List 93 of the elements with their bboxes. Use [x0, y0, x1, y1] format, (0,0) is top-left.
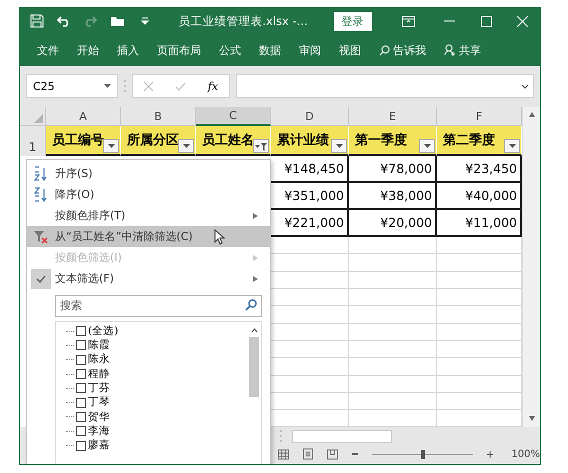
- checkbox[interactable]: [76, 326, 86, 336]
- filter-dropdown-button[interactable]: [103, 139, 119, 154]
- checkbox[interactable]: [76, 398, 86, 408]
- page-break-icon[interactable]: [327, 448, 338, 460]
- table-cell: ¥78,000: [349, 156, 437, 184]
- ribbon-tab[interactable]: 审阅: [290, 42, 330, 58]
- submenu-arrow-icon[interactable]: [252, 212, 260, 220]
- zoom-level[interactable]: 100%: [511, 448, 540, 460]
- sort-descending-icon: [33, 186, 49, 202]
- caret-icon: [182, 144, 190, 148]
- menu-item[interactable]: 文本筛选(F): [27, 268, 270, 289]
- column-header[interactable]: F: [437, 107, 522, 126]
- scroll-up-icon[interactable]: [528, 111, 536, 120]
- column-header[interactable]: E: [349, 107, 437, 126]
- expand-icon[interactable]: [521, 84, 529, 89]
- ribbon-tab[interactable]: 视图: [330, 42, 370, 58]
- header-cell: 员工姓名: [196, 126, 271, 156]
- check-icon: [31, 268, 51, 288]
- sort-ascending-icon: [33, 166, 49, 182]
- ribbon-tab[interactable]: 数据: [250, 42, 290, 58]
- person-plus-icon: [444, 44, 456, 56]
- column-header[interactable]: B: [121, 107, 196, 126]
- insert-function-button[interactable]: fx: [208, 80, 218, 93]
- caret-icon: [336, 144, 342, 148]
- caret-icon: [108, 144, 114, 148]
- caret-icon: [508, 144, 516, 148]
- checkbox[interactable]: [76, 369, 86, 380]
- normal-view-icon[interactable]: [278, 448, 289, 460]
- filter-dropdown-button[interactable]: [419, 139, 435, 154]
- horizontal-scrollbar[interactable]: [292, 430, 392, 443]
- menu-item[interactable]: 升序(S): [27, 163, 270, 184]
- filter-value-label[interactable]: (全选): [88, 326, 118, 336]
- page-layout-icon[interactable]: [302, 448, 314, 460]
- scroll-down-icon[interactable]: [528, 415, 536, 424]
- filter-dropdown-button[interactable]: [178, 139, 194, 154]
- search-icon: [245, 299, 257, 311]
- checkbox[interactable]: [76, 340, 86, 350]
- menu-item[interactable]: 从“员工姓名”中清除筛选(C): [27, 226, 270, 247]
- ribbon-tab[interactable]: 文件: [28, 42, 68, 58]
- vertical-scrollbar[interactable]: [522, 107, 540, 428]
- filter-value-label[interactable]: 廖嘉: [88, 440, 110, 451]
- share-button[interactable]: 共享: [435, 42, 490, 58]
- triangle-icon: [34, 114, 43, 124]
- filter-value-label[interactable]: 李海: [88, 426, 110, 436]
- row-header[interactable]: 1: [20, 126, 46, 156]
- tell-me-button[interactable]: 告诉我: [370, 42, 435, 58]
- filter-dropdown-button[interactable]: [331, 139, 347, 154]
- filter-icon: [255, 142, 267, 151]
- mouse-cursor-icon: [214, 228, 226, 244]
- header-cell: 所属分区: [121, 126, 196, 156]
- scroll-up-icon[interactable]: [250, 328, 258, 333]
- search-field[interactable]: 搜索: [55, 294, 262, 316]
- zoom-slider[interactable]: [372, 450, 473, 459]
- column-header[interactable]: D: [271, 107, 349, 126]
- login-button[interactable]: 登录: [334, 12, 372, 31]
- filter-value-label[interactable]: 丁琴: [88, 397, 110, 408]
- filter-dropdown-button[interactable]: [504, 139, 520, 154]
- column-header[interactable]: A: [46, 107, 121, 126]
- checkbox[interactable]: [76, 383, 86, 394]
- menu-item[interactable]: 降序(O): [27, 184, 270, 205]
- ribbon-tab[interactable]: 公式: [210, 42, 250, 58]
- filter-value-label[interactable]: 贺华: [88, 412, 110, 422]
- check-icon[interactable]: [174, 82, 186, 91]
- caret-icon: [424, 144, 430, 148]
- header-cell: 第二季度: [437, 126, 522, 156]
- header-cell: 员工编号: [46, 126, 121, 156]
- submenu-arrow-icon[interactable]: [252, 274, 260, 282]
- ribbon-tab[interactable]: 开始: [68, 42, 108, 58]
- window-title: 员工业绩管理表.xlsx -...: [178, 14, 308, 29]
- table-cell: ¥20,000: [349, 210, 437, 238]
- filter-value-label[interactable]: 陈霞: [88, 340, 110, 351]
- name-box[interactable]: C25: [26, 74, 118, 98]
- filter-value-label[interactable]: 丁芬: [88, 383, 110, 394]
- filter-active-button[interactable]: [253, 139, 269, 154]
- checkbox[interactable]: [76, 412, 86, 422]
- zoom-out-icon[interactable]: [352, 453, 358, 456]
- checkbox[interactable]: [76, 426, 86, 436]
- menu-item[interactable]: 按颜色排序(T): [27, 205, 270, 226]
- filter-value-label[interactable]: 程静: [88, 368, 110, 380]
- header-cell: 累计业绩: [271, 126, 349, 156]
- formula-input[interactable]: [236, 74, 534, 98]
- table-cell: ¥38,000: [349, 183, 437, 210]
- column-header[interactable]: C: [196, 107, 271, 126]
- ribbon-tab[interactable]: 插入: [108, 42, 148, 58]
- search-icon: [379, 44, 390, 56]
- checkbox[interactable]: [76, 440, 86, 451]
- zoom-in-icon[interactable]: [487, 450, 494, 458]
- ribbon-tab[interactable]: 页面布局: [148, 42, 210, 58]
- caret-icon[interactable]: [104, 84, 111, 88]
- filter-value-label[interactable]: 陈永: [88, 354, 110, 365]
- clear-filter-icon: [33, 228, 49, 244]
- checkbox[interactable]: [76, 354, 86, 365]
- header-cell: 第一季度: [349, 126, 437, 156]
